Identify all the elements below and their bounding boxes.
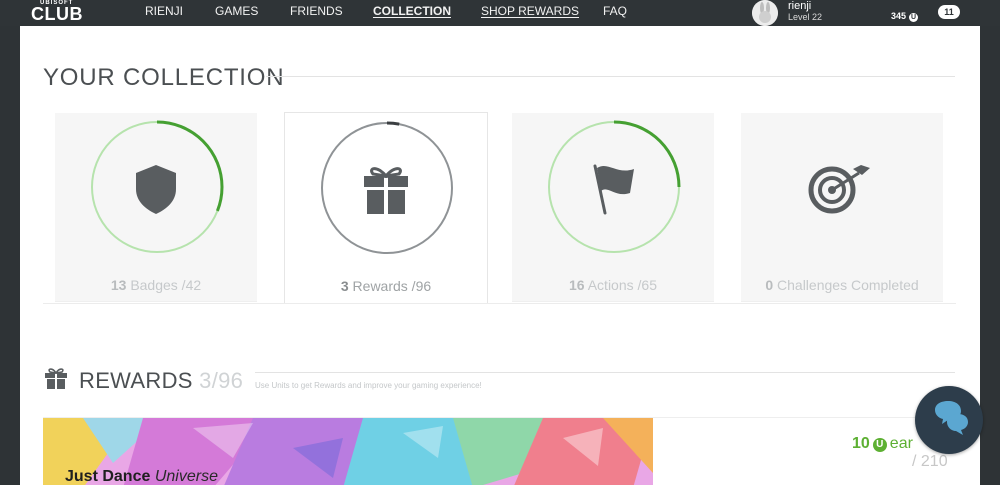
rewards-subtitle: Use Units to get Rewards and improve you…	[255, 381, 482, 390]
logo-brand-big: CLUB	[31, 4, 83, 24]
title-divider	[266, 76, 955, 77]
nav-item-rienji[interactable]: RIENJI	[145, 4, 183, 18]
flag-icon	[593, 164, 634, 215]
chat-button[interactable]	[915, 386, 983, 454]
tabs-divider	[43, 303, 956, 304]
chat-bubbles-icon	[935, 401, 968, 435]
reward-cost: / 210	[912, 453, 948, 470]
avatar[interactable]	[752, 0, 778, 26]
notifications-badge[interactable]: 11	[938, 5, 960, 19]
actions-label: 16 Actions /65	[512, 277, 714, 293]
challenges-count: 0	[765, 277, 774, 293]
top-nav-bar: UBISOFT CLUB RIENJI GAMES FRIENDS COLLEC…	[0, 0, 1000, 26]
rabbid-avatar-icon	[752, 0, 778, 26]
ubisoft-club-logo[interactable]: UBISOFT CLUB	[28, 0, 98, 26]
right-backdrop	[980, 26, 1000, 485]
badges-text: Badges /42	[130, 277, 202, 293]
units-icon: U	[872, 438, 887, 452]
earn-value: 10	[852, 435, 870, 452]
units-balance: 345 U	[891, 11, 919, 22]
units-icon: U	[909, 13, 919, 22]
challenges-label: 0 Challenges Completed	[741, 277, 943, 293]
tab-badges[interactable]: 13 Badges /42	[55, 113, 257, 302]
gift-icon	[364, 167, 408, 214]
challenges-text: Challenges Completed	[777, 277, 919, 293]
earn-word: ear	[889, 435, 913, 452]
nav-item-collection[interactable]: COLLECTION	[373, 4, 451, 18]
user-panel: rienji Level 22 345 U 11	[752, 0, 1000, 26]
rewards-text: Rewards /96	[352, 278, 432, 294]
nav-item-friends[interactable]: FRIENDS	[290, 4, 343, 18]
actions-text: Actions /65	[587, 277, 657, 293]
badges-label: 13 Badges /42	[55, 277, 257, 293]
tab-rewards[interactable]: 3 Rewards /96	[284, 112, 488, 303]
rewards-label: 3 Rewards /96	[285, 278, 487, 294]
rewards-divider	[255, 372, 955, 373]
tab-actions[interactable]: 16 Actions /65	[512, 113, 714, 302]
gift-icon	[45, 368, 67, 389]
rewards-title-text: REWARDS	[79, 368, 193, 393]
reward-title-bold: Just Dance	[65, 468, 151, 485]
nav-item-faq[interactable]: FAQ	[603, 4, 627, 18]
rewards-count-label: 3	[340, 278, 349, 294]
collection-page: YOUR COLLECTION 13 Badges /42 3 Rewards …	[20, 26, 980, 485]
page-title: YOUR COLLECTION	[43, 64, 285, 91]
units-value: 345	[891, 11, 907, 21]
actions-count: 16	[569, 277, 585, 293]
app-root: UBISOFT CLUB RIENJI GAMES FRIENDS COLLEC…	[0, 0, 1000, 485]
nav-item-games[interactable]: GAMES	[215, 4, 258, 18]
user-level: Level 22	[788, 12, 823, 22]
reward-earn: 10 Uear	[852, 435, 913, 453]
nav-item-shop-rewards[interactable]: SHOP REWARDS	[481, 4, 579, 18]
target-icon	[808, 165, 870, 214]
reward-title-italic: Universe	[154, 468, 218, 485]
rewards-section-count: 3/96	[199, 368, 244, 393]
reward-card-just-dance[interactable]: Just Dance Universe 10 Uear / 210	[43, 417, 955, 485]
username[interactable]: rienji	[788, 0, 811, 12]
rewards-section-title: REWARDS 3/96	[79, 368, 243, 394]
reward-title: Just Dance Universe	[65, 468, 218, 485]
badges-count: 13	[110, 277, 127, 293]
shield-icon	[136, 165, 176, 214]
left-backdrop	[0, 26, 20, 485]
tab-challenges[interactable]: 0 Challenges Completed	[741, 113, 943, 302]
